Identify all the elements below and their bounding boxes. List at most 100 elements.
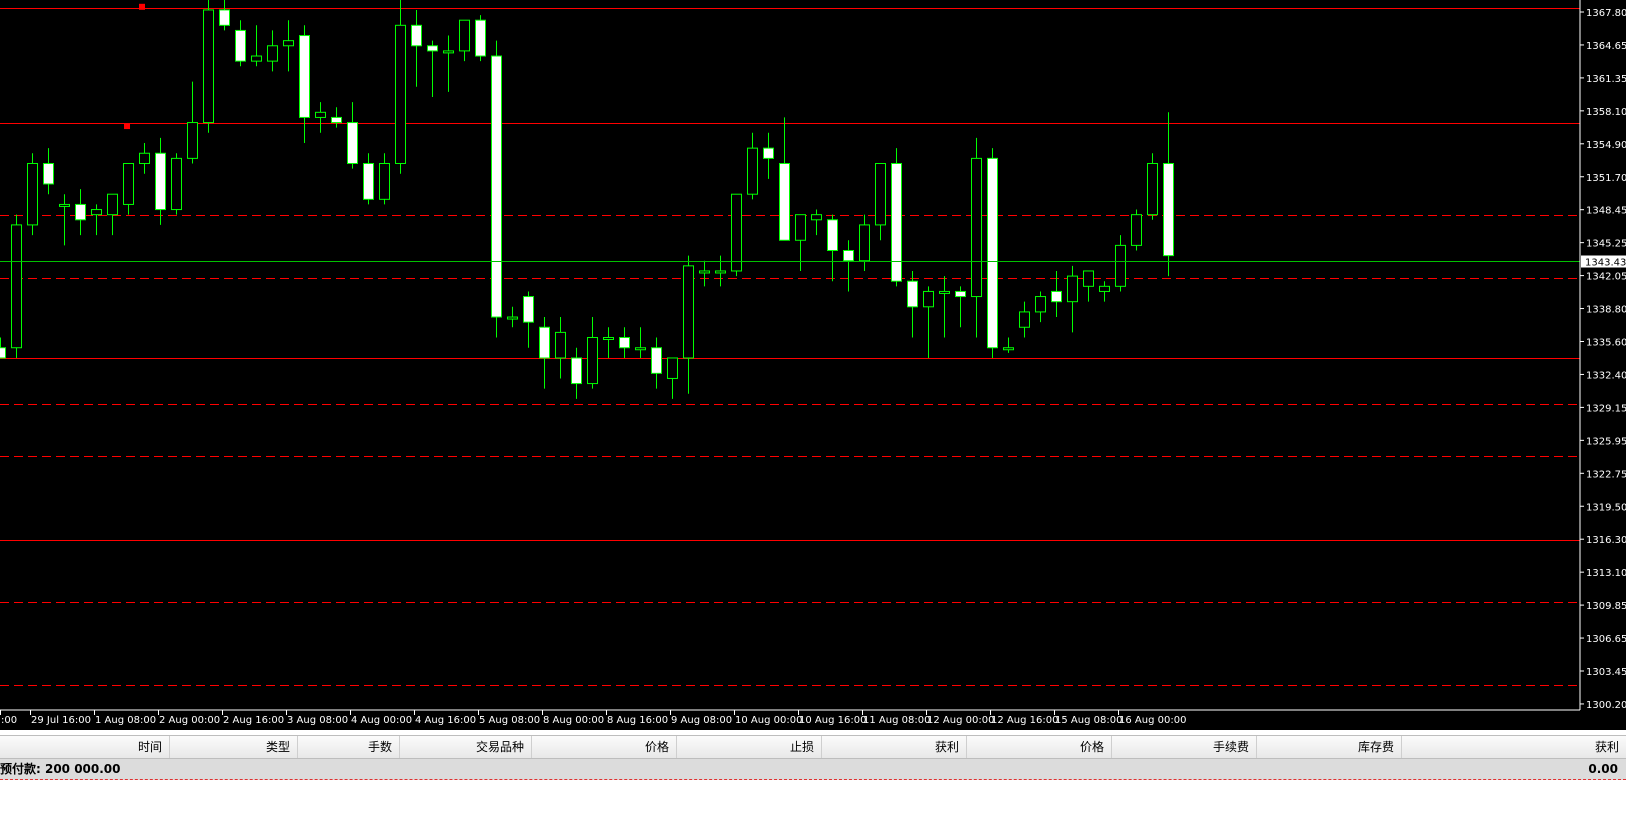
column-header-price[interactable]: 价格: [532, 736, 677, 758]
time-tick-label: 9 Aug 08:00: [671, 715, 732, 726]
chart-canvas[interactable]: 1 (h)1 (h)1 (7)1 (5)1 (3)1 (4)1 (5)1 (6)…: [0, 0, 1626, 730]
balance-label: 预付款: 200 000.00: [0, 762, 121, 776]
time-tick-label: 12 Aug 00:00: [927, 715, 994, 726]
candle: [539, 317, 550, 389]
column-header-commission[interactable]: 手续费: [1112, 736, 1257, 758]
candle-body: [363, 162, 374, 200]
candle: [107, 193, 118, 236]
candle-body: [955, 290, 966, 298]
column-header-profit[interactable]: 获利: [1402, 736, 1626, 758]
candle-body: [923, 290, 934, 308]
column-header-symbol[interactable]: 交易品种: [400, 736, 532, 758]
time-tick-label: 5 Aug 08:00: [479, 715, 540, 726]
candle-body: [731, 193, 742, 272]
candle: [459, 19, 470, 62]
column-header-swap[interactable]: 库存费: [1257, 736, 1402, 758]
price-tick-label: 1332.40: [1586, 370, 1626, 381]
candle: [731, 193, 742, 277]
candle: [235, 20, 246, 67]
candle: [507, 306, 518, 328]
candle-body: [315, 111, 326, 118]
column-header-stop-loss[interactable]: 止损: [677, 736, 822, 758]
candle-body: [555, 331, 566, 359]
candle-body: [1163, 162, 1174, 257]
candle-body: [27, 162, 38, 226]
candle-body: [459, 19, 470, 52]
time-tick-label: 4 Aug 00:00: [351, 715, 412, 726]
candle: [971, 137, 982, 338]
time-tick-label: 29 Jul 16:00: [31, 715, 91, 726]
candle: [763, 132, 774, 179]
candle-body: [411, 24, 422, 47]
candle: [1131, 209, 1142, 251]
candle-body: [139, 152, 150, 164]
candle: [1003, 337, 1014, 353]
candle-body: [1099, 285, 1110, 292]
price-tick-label: 1300.20: [1586, 700, 1626, 711]
price-tick-label: 1342.05: [1586, 272, 1626, 283]
candle: [171, 153, 182, 215]
candle-body: [539, 326, 550, 359]
candle-body: [203, 9, 214, 124]
candle: [523, 291, 534, 348]
candle: [155, 137, 166, 225]
current-price-label: 1343.43: [1581, 255, 1626, 269]
candle: [11, 214, 22, 358]
price-chart[interactable]: 1 (h)1 (h)1 (7)1 (5)1 (3)1 (4)1 (5)1 (6)…: [0, 0, 1626, 730]
column-header-type[interactable]: 类型: [170, 736, 298, 758]
candle: [939, 276, 950, 338]
price-tick-label: 1367.80: [1586, 8, 1626, 19]
candle-body: [1019, 311, 1030, 328]
candle: [219, 0, 230, 31]
time-axis: :00 29 Jul 16:00 1 Aug 08:00 2 Aug 00:00 2 A…: [0, 710, 1186, 726]
candle-body: [395, 24, 406, 164]
column-header-time[interactable]: 时间: [0, 736, 170, 758]
time-tick-label: 11 Aug 08:00: [863, 715, 930, 726]
candle-body: [891, 162, 902, 282]
price-tick-label: 1358.10: [1586, 107, 1626, 118]
price-tick-label: 1316.30: [1586, 535, 1626, 546]
candle-body: [235, 29, 246, 62]
time-tick-label: 10 Aug 00:00: [735, 715, 802, 726]
price-tick-label: 1306.65: [1586, 634, 1626, 645]
candle: [443, 35, 454, 92]
candle: [987, 148, 998, 358]
candle-body: [827, 219, 838, 251]
price-tick-label: 1354.90: [1586, 140, 1626, 151]
time-tick-label: 12 Aug 16:00: [991, 715, 1058, 726]
candle-body: [267, 45, 278, 62]
candle-body: [1083, 270, 1094, 287]
candle: [843, 240, 854, 292]
price-tick-label: 1309.85: [1586, 601, 1626, 612]
balance-row[interactable]: 预付款: 200 000.00 0.00: [0, 759, 1626, 780]
price-tick-label: 1364.65: [1586, 41, 1626, 52]
candle-body: [1035, 296, 1046, 313]
candle: [59, 194, 70, 246]
candle: [555, 317, 566, 379]
candle: [139, 143, 150, 174]
candle: [907, 270, 918, 338]
column-header-volume[interactable]: 手数: [298, 736, 400, 758]
candle: [1067, 265, 1078, 333]
candle-body: [1147, 162, 1158, 216]
candle-body: [1115, 244, 1126, 287]
candle: [683, 255, 694, 394]
candle: [75, 189, 86, 236]
price-tick-label: 1335.60: [1586, 338, 1626, 349]
candle-body: [635, 347, 646, 351]
column-header-take-profit[interactable]: 获利: [822, 736, 967, 758]
candle: [955, 286, 966, 328]
candle-body: [155, 152, 166, 211]
candle: [747, 132, 758, 200]
trade-marker[interactable]: [139, 3, 145, 10]
candle: [891, 148, 902, 287]
candle-body: [43, 162, 54, 185]
candle: [475, 15, 486, 62]
candle-body: [187, 122, 198, 159]
candle: [411, 9, 422, 87]
candle-body: [811, 214, 822, 221]
candle-body: [907, 280, 918, 308]
trade-marker[interactable]: [124, 123, 130, 130]
candle-body: [11, 224, 22, 349]
column-header-current-price[interactable]: 价格: [967, 736, 1112, 758]
